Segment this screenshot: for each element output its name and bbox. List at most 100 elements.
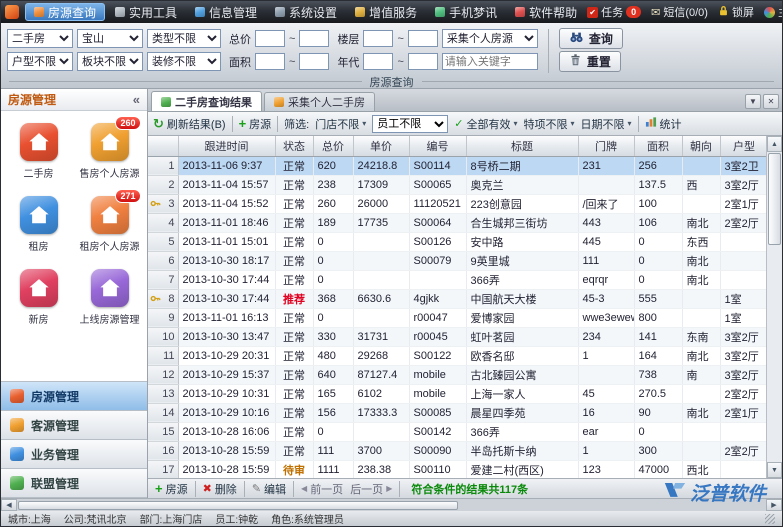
column-header[interactable]: 编号 xyxy=(409,136,466,156)
table-row[interactable]: 92013-11-01 16:13正常0r00047爱博家园wwe3ewew80… xyxy=(148,308,766,327)
sidebar-shortcut[interactable]: 271租房个人房源 xyxy=(74,196,145,253)
sidebar-shortcut[interactable]: 上线房源管理 xyxy=(74,269,145,326)
footer-edit-button[interactable]: ✎ 编辑 xyxy=(252,481,286,497)
table-row[interactable]: 142013-10-29 10:16正常15617333.3S00085晨星四季… xyxy=(148,403,766,422)
sidebar-shortcut[interactable]: 租房 xyxy=(3,196,74,253)
scrollbar-thumb[interactable] xyxy=(768,153,781,245)
refresh-results-button[interactable]: ↻ 刷新结果(B) xyxy=(153,116,226,132)
menu-item[interactable]: 手机梦讯 xyxy=(427,3,505,21)
tab-list-button[interactable]: ▼ xyxy=(745,94,761,109)
area-min-input[interactable] xyxy=(255,53,285,70)
sidebar-collapse-button[interactable]: « xyxy=(133,92,140,107)
prev-page-button[interactable]: ◀ 前一页 xyxy=(301,481,343,497)
year-max-input[interactable] xyxy=(408,53,438,70)
sms-button[interactable]: ✉ 短信(0/0) xyxy=(651,4,708,20)
scroll-left-arrow[interactable]: ◀ xyxy=(1,499,17,511)
table-row[interactable]: 172013-10-28 15:59待审1111238.38S00110爱建二村… xyxy=(148,460,766,478)
valid-filter-dropdown[interactable]: ✓ 全部有效 ▾ xyxy=(454,116,517,132)
footer-delete-button[interactable]: ✖ 删除 xyxy=(203,481,237,497)
stats-button[interactable]: 统计 xyxy=(645,116,682,132)
vertical-scrollbar[interactable]: ▲ ▼ xyxy=(766,136,782,478)
block-select[interactable]: 板块不限 xyxy=(77,52,143,71)
scroll-right-arrow[interactable]: ▶ xyxy=(766,499,782,511)
keyword-input[interactable] xyxy=(442,53,538,70)
theme-button[interactable]: 主题 ▾ xyxy=(764,4,783,20)
year-min-input[interactable] xyxy=(363,53,393,70)
column-header[interactable]: 面积 xyxy=(634,136,682,156)
menu-item[interactable]: 增值服务 xyxy=(347,3,425,21)
table-row[interactable]: 72013-10-30 17:44正常0366弄eqrqr0南北 xyxy=(148,270,766,289)
date-filter-dropdown[interactable]: 日期不限 ▾ xyxy=(581,116,632,132)
sidebar-section[interactable]: 业务管理 xyxy=(1,440,147,469)
sidebar-section[interactable]: 房源管理 xyxy=(1,382,147,411)
footer-add-button[interactable]: + 房源 xyxy=(155,481,188,497)
column-header[interactable]: 跟进时间 xyxy=(178,136,275,156)
scrollbar-thumb[interactable] xyxy=(18,501,458,510)
table-row[interactable]: 102013-10-30 13:47正常33031731r00045虹叶茗园23… xyxy=(148,327,766,346)
sidebar-shortcut[interactable]: 新房 xyxy=(3,269,74,326)
column-header[interactable]: 朝向 xyxy=(682,136,720,156)
table-row[interactable]: 132013-10-29 10:31正常1656102mobile上海一家人45… xyxy=(148,384,766,403)
total-price-label: 总价 xyxy=(229,31,251,47)
next-page-button[interactable]: 后一页 ▶ xyxy=(350,481,392,497)
collect-source-select[interactable]: 采集个人房源 xyxy=(442,29,538,48)
search-button[interactable]: 查询 xyxy=(559,28,623,49)
column-header[interactable]: 总价 xyxy=(313,136,353,156)
column-header[interactable]: 标题 xyxy=(466,136,578,156)
special-filter-dropdown[interactable]: 特项不限 ▾ xyxy=(523,116,574,132)
table-row[interactable]: 62013-10-30 18:17正常0S000799英里城1110南北 xyxy=(148,251,766,270)
table-row[interactable]: 112013-10-29 20:31正常48029268S00122欧香名邸11… xyxy=(148,346,766,365)
table-row[interactable]: 42013-11-01 18:46正常18917735S00064合生城邦三街坊… xyxy=(148,213,766,232)
cell: r00045 xyxy=(409,327,466,346)
menu-item[interactable]: 实用工具 xyxy=(107,3,185,21)
cell: 111 xyxy=(578,251,634,270)
sidebar-section[interactable]: 客源管理 xyxy=(1,411,147,440)
sidebar-shortcut[interactable]: 二手房 xyxy=(3,123,74,180)
menu-item[interactable]: 软件帮助 xyxy=(507,3,585,21)
floor-min-input[interactable] xyxy=(363,30,393,47)
horizontal-scrollbar[interactable]: ◀ ▶ xyxy=(1,498,782,511)
price-min-input[interactable] xyxy=(255,30,285,47)
table-row[interactable]: 162013-10-28 15:59正常1113700S00090半岛托斯卡纳1… xyxy=(148,441,766,460)
cell: mobile xyxy=(409,365,466,384)
reset-button[interactable]: 重置 xyxy=(559,51,621,72)
table-row[interactable]: 152013-10-28 16:06正常0S00142366弄ear0 xyxy=(148,422,766,441)
sidebar-section[interactable]: 联盟管理 xyxy=(1,469,147,498)
cell: 正常 xyxy=(275,194,313,213)
decoration-select[interactable]: 装修不限 xyxy=(147,52,221,71)
menu-item[interactable]: 信息管理 xyxy=(187,3,265,21)
sidebar-shortcut[interactable]: 260售房个人房源 xyxy=(74,123,145,180)
table-row[interactable]: 82013-10-30 17:44推荐3686630.64gjkk中国航天大楼4… xyxy=(148,289,766,308)
menu-item[interactable]: 房源查询 xyxy=(25,3,105,21)
floor-max-input[interactable] xyxy=(408,30,438,47)
store-filter-dropdown[interactable]: 门店不限 ▾ xyxy=(315,116,366,132)
table-row[interactable]: 12013-11-06 9:37正常62024218.8S001148号桥二期2… xyxy=(148,156,766,175)
table-row[interactable]: 22013-11-04 15:57正常23817309S00065奥克兰137.… xyxy=(148,175,766,194)
layout-select[interactable]: 户型不限 xyxy=(7,52,73,71)
column-header[interactable]: 门牌 xyxy=(578,136,634,156)
table-row[interactable]: 122013-10-29 15:37正常64087127.4mobile古北臻园… xyxy=(148,365,766,384)
column-header[interactable]: 状态 xyxy=(275,136,313,156)
cell: 2013-11-04 15:52 xyxy=(178,194,275,213)
menu-item[interactable]: 系统设置 xyxy=(267,3,345,21)
scroll-up-arrow[interactable]: ▲ xyxy=(767,136,782,152)
price-max-input[interactable] xyxy=(299,30,329,47)
add-listing-button[interactable]: + 房源 xyxy=(239,116,272,132)
district-select[interactable]: 宝山 xyxy=(77,29,143,48)
table-row[interactable]: 32013-11-04 15:52正常2602600011120521223创意… xyxy=(148,194,766,213)
tab[interactable]: 二手房查询结果 xyxy=(151,91,262,111)
table-row[interactable]: 52013-11-01 15:01正常0S00126安中路4450东西 xyxy=(148,232,766,251)
tasks-button[interactable]: ✔ 任务 0 xyxy=(587,4,641,20)
lock-screen-button[interactable]: 锁屏 xyxy=(718,4,754,20)
area-max-input[interactable] xyxy=(299,53,329,70)
listing-type-select[interactable]: 二手房 xyxy=(7,29,73,48)
column-header[interactable]: 单价 xyxy=(353,136,409,156)
staff-filter-select[interactable]: 员工不限 xyxy=(372,115,448,133)
sale-personal-house-icon: 260 xyxy=(91,123,129,161)
column-header[interactable]: 户型 xyxy=(720,136,766,156)
menubar: 房源查询实用工具信息管理系统设置增值服务手机梦讯软件帮助 ✔ 任务 0 ✉ 短信… xyxy=(1,1,782,23)
tab-close-button[interactable]: ✕ xyxy=(763,94,779,109)
tab[interactable]: 采集个人二手房 xyxy=(264,92,375,111)
property-type-select[interactable]: 类型不限 xyxy=(147,29,221,48)
scroll-down-arrow[interactable]: ▼ xyxy=(767,462,782,478)
